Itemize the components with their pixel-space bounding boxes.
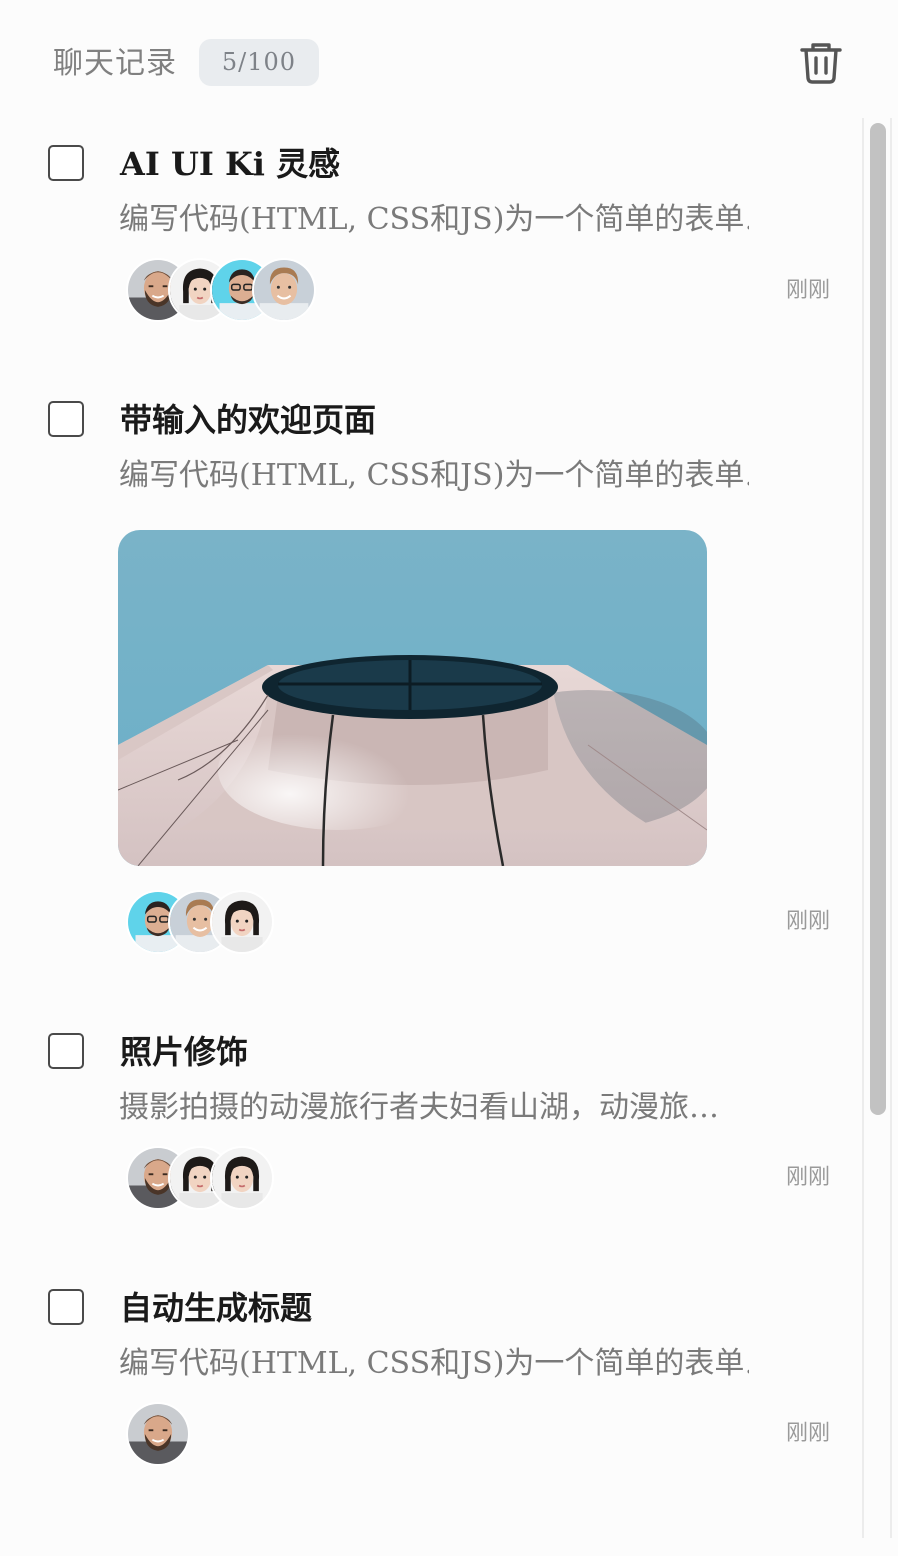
item-description: 编写代码(HTML, CSS和JS)为一个简单的表单… [119,458,749,493]
page-title: 聊天记录 [53,46,177,81]
item-checkbox[interactable] [48,1033,84,1069]
trash-icon [800,43,842,84]
chat-history-panel: 聊天记录 5/100 AI UI Ki 灵感 编写代码(HTML, CSS和JS… [0,0,898,1556]
avatar-group [126,890,286,954]
item-title: 带输入的欢迎页面 [120,401,377,439]
timestamp: 刚刚 [786,278,831,303]
list-item[interactable]: 带输入的欢迎页面 编写代码(HTML, CSS和JS)为一个简单的表单… 刚刚 [0,374,860,974]
chat-list: AI UI Ki 灵感 编写代码(HTML, CSS和JS)为一个简单的表单… … [0,118,860,1556]
item-checkbox[interactable] [48,1289,84,1325]
avatar [126,1402,190,1466]
avatar [210,1146,274,1210]
avatar-group [126,1402,196,1466]
header: 聊天记录 5/100 [0,0,898,118]
item-description: 摄影拍摄的动漫旅行者夫妇看山湖，动漫旅… [119,1090,719,1125]
avatar [252,258,316,322]
item-title: AI UI Ki 灵感 [120,145,341,183]
timestamp: 刚刚 [786,1421,831,1446]
timestamp: 刚刚 [786,1165,831,1190]
scrollbar-thumb[interactable] [870,123,886,1115]
list-item[interactable]: 自动生成标题 编写代码(HTML, CSS和JS)为一个简单的表单… 刚刚 [0,1262,860,1502]
item-description: 编写代码(HTML, CSS和JS)为一个简单的表单… [119,1346,749,1381]
item-checkbox[interactable] [48,401,84,437]
timestamp: 刚刚 [786,909,831,934]
list-item[interactable]: 照片修饰 摄影拍摄的动漫旅行者夫妇看山湖，动漫旅… 刚刚 [0,1006,860,1246]
item-title: 自动生成标题 [120,1289,313,1327]
avatar-group [126,1146,286,1210]
item-title: 照片修饰 [120,1033,249,1071]
item-checkbox[interactable] [48,145,84,181]
avatar [210,890,274,954]
list-item[interactable]: AI UI Ki 灵感 编写代码(HTML, CSS和JS)为一个简单的表单… … [0,118,860,358]
avatar-group [126,258,326,322]
item-image[interactable] [118,530,707,866]
count-badge: 5/100 [199,39,319,86]
delete-button[interactable] [798,40,844,86]
item-description: 编写代码(HTML, CSS和JS)为一个简单的表单… [119,202,749,237]
